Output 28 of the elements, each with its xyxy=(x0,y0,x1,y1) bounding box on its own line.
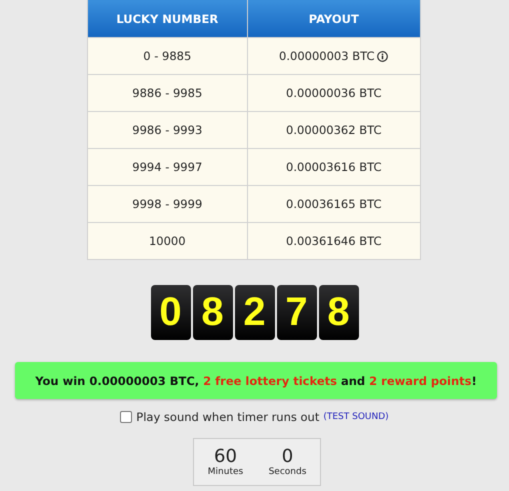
roll-digit: 8 xyxy=(318,285,358,340)
column-header: LUCKY NUMBER xyxy=(87,0,248,38)
table-cell: 0.00036165 BTC xyxy=(286,197,382,211)
table-cell: 0.00000003 BTC xyxy=(279,49,374,63)
roll-digit: 7 xyxy=(276,285,316,340)
info-icon[interactable] xyxy=(377,50,388,62)
roll-digit: 8 xyxy=(192,285,232,340)
sound-checkbox[interactable] xyxy=(120,411,132,423)
timer-value: 60 xyxy=(214,447,237,467)
table-cell: 0.00361646 BTC xyxy=(286,234,382,248)
column-header: PAYOUT xyxy=(248,0,420,38)
table-cell: 9998 - 9999 xyxy=(87,186,248,222)
table-cell: 9994 - 9997 xyxy=(87,148,248,186)
roll-digit: 0 xyxy=(150,285,190,340)
table-cell: 0.00000362 BTC xyxy=(286,123,382,137)
table-cell: 0.00000036 BTC xyxy=(286,86,382,100)
test-sound-link[interactable]: (TEST SOUND) xyxy=(323,412,389,422)
table-cell: 10000 xyxy=(87,222,248,260)
table-cell: 9886 - 9985 xyxy=(87,74,248,112)
table-cell: 0.00003616 BTC xyxy=(286,160,382,174)
table-cell: 0 - 9885 xyxy=(87,38,248,74)
timer-value: 0 xyxy=(282,447,294,467)
sound-label: Play sound when timer runs out xyxy=(136,410,320,424)
table-cell: 9986 - 9993 xyxy=(87,112,248,148)
win-message: You win 0.00000003 BTC, 2 free lottery tickets and 2 reward points! xyxy=(35,374,477,388)
timer-unit: Minutes xyxy=(208,467,244,477)
roll-digit: 2 xyxy=(234,285,274,340)
timer-unit: Seconds xyxy=(268,467,306,477)
